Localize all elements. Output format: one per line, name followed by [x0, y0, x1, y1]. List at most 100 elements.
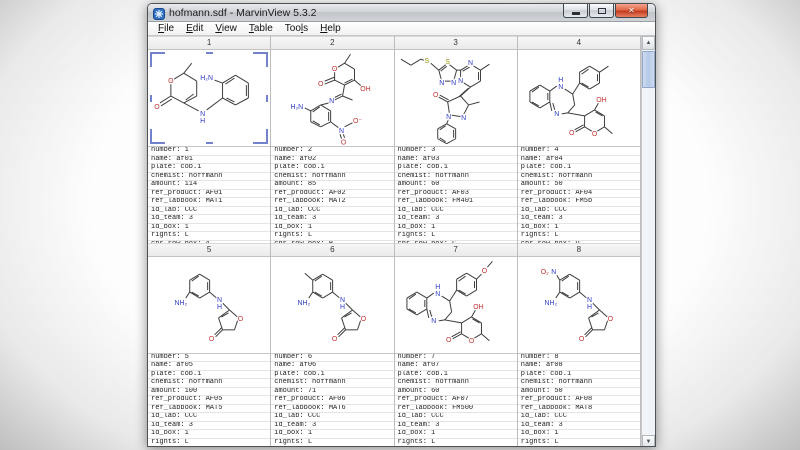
field-row-plate: plate: cob.1 [395, 164, 517, 173]
field-row-ref_labbook: ref_labbook: FM5b [518, 198, 640, 207]
atom-label: N [468, 60, 473, 67]
molecule-canvas[interactable]: NH₂NHOO [271, 257, 393, 353]
marvinview-window: hofmann.sdf - MarvinView 5.3.2 ✕ FileEdi… [147, 3, 656, 447]
field-row-number: number: 6 [271, 354, 393, 363]
atom-label: N [551, 269, 556, 276]
minimize-button[interactable] [563, 4, 588, 18]
field-row-id_team: id_team: 3 [395, 422, 517, 431]
atom-label: N [451, 80, 456, 87]
molecule-canvas[interactable]: SSNNNNONN [395, 50, 517, 146]
molecule-structure: NH₂NHOO [271, 257, 393, 353]
record-cell-5[interactable]: 5 NH₂NHOO number: 5name: af05plate: cob.… [148, 243, 271, 448]
field-row-number: number: 7 [395, 354, 517, 363]
scroll-down-button[interactable]: ▼ [642, 435, 655, 447]
field-row-id_box: id_box: 1 [148, 224, 270, 233]
record-cell-4[interactable]: 4 HNNOHOO number: 4name: af04plate: cob.… [518, 36, 641, 243]
atom-label: O [569, 130, 575, 137]
atom-label: OH [473, 303, 483, 310]
field-row-ref_labbook: ref_labbook: MAT2 [271, 198, 393, 207]
field-row-id_lab: id_lab: CCC [271, 413, 393, 422]
molecule-canvas[interactable]: O₂NNH₂NHOO [518, 257, 640, 353]
menu-item-edit[interactable]: Edit [180, 23, 209, 34]
field-row-id_team: id_team: 3 [518, 422, 640, 431]
atom-label: N [200, 111, 205, 118]
field-row-ref_product: ref_product: AF01 [148, 190, 270, 199]
menu-item-help[interactable]: Help [314, 23, 347, 34]
field-row-id_lab: id_lab: CCC [395, 413, 517, 422]
molecule-structure: HNNOHOO [518, 50, 640, 146]
molecule-canvas[interactable]: HNNOHOO [518, 50, 640, 146]
field-row-name: name: af03 [395, 156, 517, 165]
record-fields: number: 7name: af07plate: cob.1chemist: … [395, 353, 517, 448]
record-cell-2[interactable]: 2 OOHONH₂NNO⁻O number: 2name: af02plate:… [271, 36, 394, 243]
atom-label: N [431, 317, 436, 324]
molecule-canvas[interactable]: OOHONH₂NNO⁻O [271, 50, 393, 146]
menu-item-view[interactable]: View [209, 23, 243, 34]
titlebar[interactable]: hofmann.sdf - MarvinView 5.3.2 ✕ [148, 4, 655, 22]
atom-label: O [318, 81, 324, 88]
scroll-up-button[interactable]: ▲ [642, 36, 655, 50]
field-row-id_box: id_box: 1 [518, 224, 640, 233]
field-row-ref_product: ref_product: AF07 [395, 396, 517, 405]
field-row-id_team: id_team: 3 [395, 215, 517, 224]
menu-item-file[interactable]: File [152, 23, 180, 34]
record-number-header: 1 [148, 36, 270, 50]
atom-label: H [587, 303, 592, 310]
maximize-button[interactable] [589, 4, 614, 18]
atom-label: NH₂ [174, 300, 187, 307]
record-cell-1[interactable]: 1 OONHH₂N number: 1name: af01plate: cob.… [148, 36, 271, 243]
field-row-rights: rights: L [395, 232, 517, 241]
atom-label: H [558, 77, 563, 84]
atom-label: O [579, 335, 585, 342]
atom-label: N [339, 128, 344, 135]
field-row-amount: amount: 60 [395, 181, 517, 190]
molecule-canvas[interactable]: OONHH₂N [148, 50, 270, 146]
field-row-rights: rights: L [148, 232, 270, 241]
field-row-chemist: chemist: hoffmann [148, 173, 270, 182]
atom-label: NH₂ [298, 300, 311, 307]
record-cell-8[interactable]: 8 O₂NNH₂NHOO number: 8name: af08plate: c… [518, 243, 641, 448]
field-row-id_box: id_box: 1 [271, 430, 393, 439]
field-row-name: name: af02 [271, 156, 393, 165]
window-controls: ✕ [562, 4, 648, 18]
scrollbar-thumb[interactable] [642, 51, 655, 88]
atom-label: O [154, 104, 160, 111]
field-row-id_lab: id_lab: CCC [271, 207, 393, 216]
field-row-number: number: 5 [148, 354, 270, 363]
field-row-id_lab: id_lab: CCC [148, 413, 270, 422]
atom-label: N [461, 115, 466, 122]
menu-item-table[interactable]: Table [243, 23, 279, 34]
field-row-name: name: af07 [395, 362, 517, 371]
molecule-canvas[interactable]: NH₂NHOO [148, 257, 270, 353]
atom-label: O [592, 131, 598, 138]
atom-label: S [445, 59, 450, 66]
field-row-rights: rights: L [271, 439, 393, 447]
molecule-structure: SSNNNNONN [395, 50, 517, 146]
atom-label: N [554, 111, 559, 118]
menu-item-tools[interactable]: Tools [279, 23, 314, 34]
record-cell-7[interactable]: 7 HNNOOHOO number: 7name: af07plate: cob… [395, 243, 518, 448]
record-fields: number: 4name: af04plate: cob.1chemist: … [518, 146, 640, 243]
field-row-amount: amount: 114 [148, 181, 270, 190]
molecule-structure: OONHH₂N [148, 50, 270, 146]
field-row-ref_labbook: ref_labbook: FM401 [395, 198, 517, 207]
field-row-plate: plate: cob.1 [148, 164, 270, 173]
field-row-ref_product: ref_product: AF03 [395, 190, 517, 199]
field-row-plate: plate: cob.1 [148, 371, 270, 380]
atom-label: NH₂ [544, 300, 557, 307]
atom-label: O [445, 336, 451, 343]
atom-label: N [329, 98, 334, 105]
record-cell-6[interactable]: 6 NH₂NHOO number: 6name: af06plate: cob.… [271, 243, 394, 448]
molecule-canvas[interactable]: HNNOOHOO [395, 257, 517, 353]
field-row-number: number: 4 [518, 147, 640, 156]
atom-label: N [587, 297, 592, 304]
close-button[interactable]: ✕ [615, 4, 648, 18]
field-row-amount: amount: 71 [271, 388, 393, 397]
record-grid: 1 OONHH₂N number: 1name: af01plate: cob.… [148, 36, 641, 447]
field-row-plate: plate: cob.1 [395, 371, 517, 380]
vertical-scrollbar[interactable]: ▲ ▼ [641, 36, 655, 447]
atom-label: H₂N [200, 75, 213, 82]
record-cell-3[interactable]: 3 SSNNNNONN number: 3name: af03plate: co… [395, 36, 518, 243]
atom-label: N [435, 291, 440, 298]
atom-label: N [439, 80, 444, 87]
